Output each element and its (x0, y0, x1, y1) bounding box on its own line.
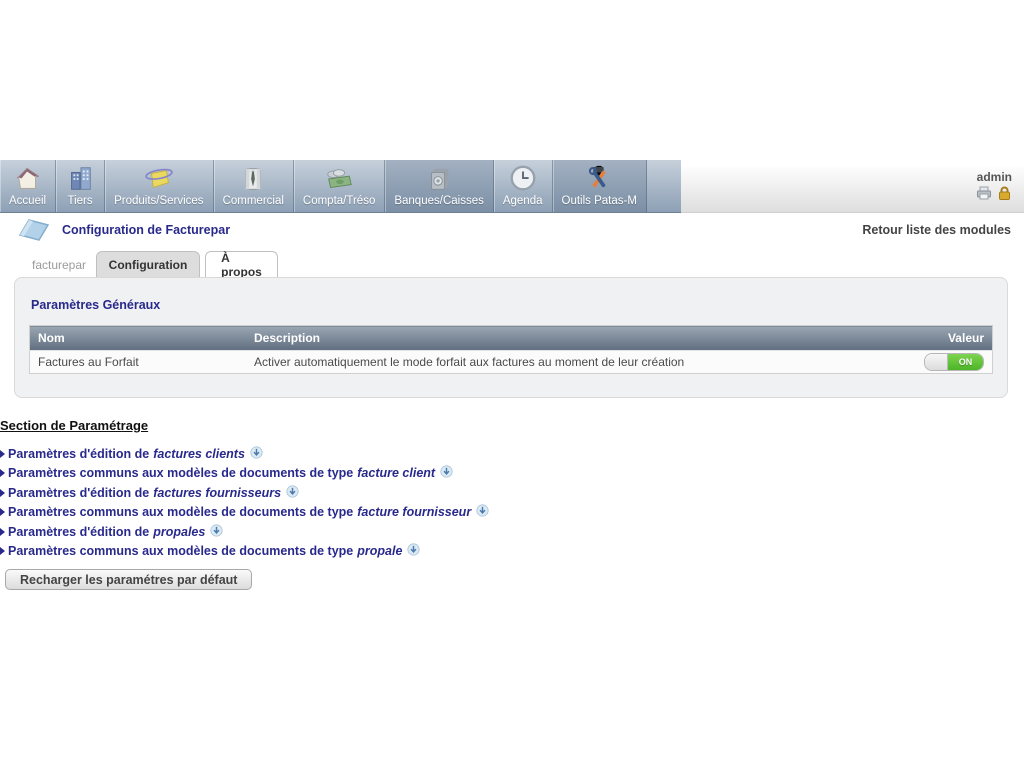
param-link-label: Paramètres d'édition de (8, 524, 150, 539)
param-link-0[interactable]: Paramètres d'édition de factures clients (0, 444, 900, 464)
menu-item-label: Agenda (502, 195, 543, 207)
param-link-italic: propales (153, 524, 206, 539)
down-arrow-circle-icon[interactable] (205, 524, 223, 540)
reload-defaults-button[interactable]: Recharger les paramétres par défaut (5, 569, 253, 590)
module-name-label: facturepar (32, 258, 87, 272)
menu-item-label: Commercial (222, 195, 284, 207)
menu-item-banques-caisses[interactable]: Banques/Caisses (385, 160, 494, 212)
triangle-bullet-icon (0, 449, 5, 458)
down-arrow-circle-icon[interactable] (435, 465, 453, 481)
param-link-label: Paramètres communs aux modèles de docume… (8, 544, 354, 559)
user-bar: admin (681, 167, 1024, 213)
param-link-italic: propale (357, 544, 403, 559)
panel-title: Paramètres Généraux (31, 298, 161, 312)
param-description-cell: Activer automatiquement le mode forfait … (246, 350, 896, 374)
home-icon (13, 163, 43, 195)
triangle-bullet-icon (0, 469, 5, 478)
table-row: Factures au Forfait Activer automatiquem… (29, 350, 993, 374)
param-link-2[interactable]: Paramètres d'édition de factures fourniss… (0, 483, 900, 503)
page-title: Configuration de Facturepar (62, 223, 231, 237)
column-header-valeur: Valeur (896, 325, 993, 351)
menu-item-outils-patas-m[interactable]: Outils Patas-M (552, 160, 647, 212)
param-link-label: Paramètres d'édition de (8, 446, 150, 461)
column-header-nom: Nom (29, 325, 246, 351)
forfait-toggle[interactable]: ON (924, 353, 984, 371)
menu-item-label: Produits/Services (114, 195, 204, 207)
menu-item-label: Compta/Tréso (302, 195, 376, 207)
back-to-modules-link[interactable]: Retour liste des modules (862, 223, 1011, 237)
breadcrumb: Configuration de Facturepar Retour liste… (0, 213, 1024, 249)
triangle-bullet-icon (0, 527, 5, 536)
table-header-row: Nom Description Valeur (29, 325, 993, 351)
param-value-cell: ON (896, 350, 993, 374)
safe-icon (424, 163, 454, 195)
menu-item-accueil[interactable]: Accueil (0, 160, 57, 212)
param-link-italic: facture fournisseur (357, 505, 472, 520)
param-name-cell: Factures au Forfait (29, 350, 246, 374)
param-link-label: Paramètres communs aux modèles de docume… (8, 505, 354, 520)
down-arrow-circle-icon[interactable] (245, 446, 263, 462)
shirt-icon (238, 163, 268, 195)
menu-item-produits-services[interactable]: Produits/Services (105, 160, 214, 212)
toggle-knob (925, 354, 948, 370)
product-icon (142, 163, 176, 195)
printer-icon[interactable] (976, 186, 992, 200)
menu-item-label: Tiers (67, 195, 93, 207)
tools-icon (584, 163, 614, 195)
lock-icon[interactable] (997, 186, 1012, 200)
param-link-3[interactable]: Paramètres communs aux modèles de docume… (0, 503, 900, 523)
param-link-italic: factures clients (153, 446, 245, 461)
triangle-bullet-icon (0, 488, 5, 497)
buildings-icon (65, 163, 95, 195)
menu-item-commercial[interactable]: Commercial (213, 160, 294, 212)
down-arrow-circle-icon[interactable] (471, 504, 489, 520)
param-link-label: Paramètres communs aux modèles de docume… (8, 466, 354, 481)
logged-user[interactable]: admin (977, 170, 1012, 184)
toggle-on-label: ON (948, 354, 983, 370)
parameters-table: Nom Description Valeur Factures au Forfa… (29, 325, 993, 374)
param-link-5[interactable]: Paramètres communs aux modèles de docume… (0, 542, 900, 562)
clock-icon (508, 163, 538, 195)
param-link-4[interactable]: Paramètres d'édition de propales (0, 522, 900, 542)
triangle-bullet-icon (0, 508, 5, 517)
tab-configuration[interactable]: Configuration (96, 251, 200, 277)
money-icon (322, 163, 356, 195)
menu-item-label: Accueil (9, 195, 47, 207)
param-link-italic: factures fournisseurs (153, 485, 282, 500)
menu-item-label: Outils Patas-M (561, 195, 637, 207)
menu-item-agenda[interactable]: Agenda (493, 160, 553, 212)
tab-bar: facturepar Configuration À propos (0, 251, 1024, 279)
menu-item-tiers[interactable]: Tiers (56, 160, 106, 212)
down-arrow-circle-icon[interactable] (402, 543, 421, 559)
down-arrow-circle-icon[interactable] (281, 485, 299, 501)
main-menubar: Accueil Tiers Produits/Services Commercial C… (0, 160, 681, 213)
column-header-description: Description (246, 325, 896, 351)
param-link-1[interactable]: Paramètres communs aux modèles de docume… (0, 464, 900, 484)
parameter-links: Paramètres d'édition de factures clients P… (0, 444, 900, 561)
general-parameters-panel: Paramètres Généraux Nom Description Vale… (14, 277, 1008, 398)
module-folder-icon (18, 219, 50, 241)
menu-item-compta-tr-so[interactable]: Compta/Tréso (293, 160, 386, 212)
triangle-bullet-icon (0, 547, 5, 556)
tab-a-propos[interactable]: À propos (205, 251, 278, 279)
param-link-italic: facture client (357, 466, 436, 481)
menu-item-label: Banques/Caisses (394, 195, 484, 207)
section-title: Section de Paramétrage (0, 418, 149, 433)
param-link-label: Paramètres d'édition de (8, 485, 150, 500)
